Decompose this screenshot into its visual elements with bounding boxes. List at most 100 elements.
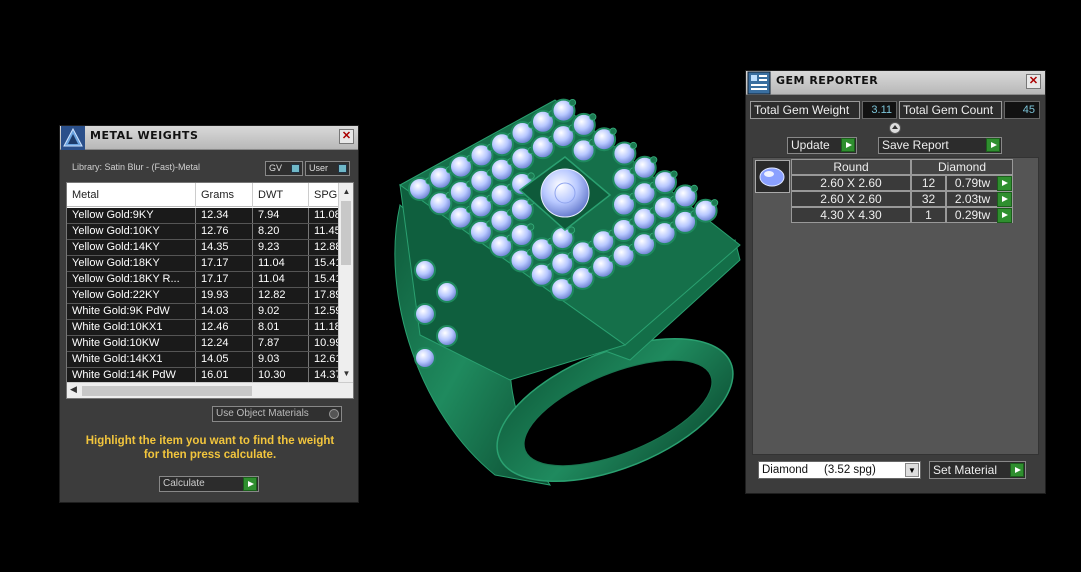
metal-table: Metal Grams DWT SPG Yellow Gold:9KY 12.34…	[66, 182, 354, 399]
table-row[interactable]: Yellow Gold:18KY 17.17 11.04 15.41	[67, 256, 349, 272]
prong	[609, 127, 617, 135]
table-row[interactable]: Yellow Gold:18KY R... 17.17 11.04 15.41	[67, 272, 349, 288]
cell-grams: 14.03	[196, 304, 253, 319]
user-toggle-box-icon	[338, 164, 347, 173]
cell-grams: 17.17	[196, 272, 253, 287]
calculate-label: Calculate	[163, 478, 205, 489]
prong	[650, 156, 658, 164]
total-gem-weight: Total Gem Weight 3.11	[750, 101, 898, 119]
total-gem-count-value: 45	[1004, 101, 1040, 119]
scroll-left-icon[interactable]: ◀	[70, 384, 77, 395]
arrow-right-icon	[1010, 463, 1024, 477]
gem-size-text: 2.60 X 2.60	[820, 192, 882, 206]
prong	[629, 141, 637, 150]
cell-metal: Yellow Gold:14KY	[67, 240, 196, 255]
column-header-grams[interactable]: Grams	[196, 183, 253, 207]
instruction-line-2: for then press calculate.	[143, 449, 277, 461]
cell-metal: Yellow Gold:10KY	[67, 224, 196, 239]
close-icon[interactable]: ✕	[339, 129, 354, 144]
gv-toggle-label: GV	[269, 163, 283, 173]
horizontal-scrollbar[interactable]: ◀	[67, 382, 353, 398]
cell-dwt: 8.20	[253, 224, 309, 239]
table-row[interactable]: Yellow Gold:10KY 12.76 8.20 11.45	[67, 224, 349, 240]
user-toggle-label: User	[309, 163, 329, 173]
column-header-dwt[interactable]: DWT	[253, 183, 309, 207]
arrow-right-icon[interactable]	[997, 192, 1012, 207]
user-toggle[interactable]: User	[305, 161, 350, 176]
gem-size-text: 4.30 X 4.30	[820, 208, 882, 222]
material-header: Diamond	[911, 159, 1013, 175]
instruction-text: Highlight the item you want to find the …	[70, 434, 350, 462]
cell-dwt: 9.23	[253, 240, 309, 255]
horizontal-scroll-thumb[interactable]	[82, 386, 252, 396]
arrow-right-icon[interactable]	[997, 208, 1012, 223]
table-row[interactable]: Yellow Gold:22KY 19.93 12.82 17.89	[67, 288, 349, 304]
gem-reporter-panel: GEM REPORTER ✕ Total Gem Weight 3.11 Tot…	[745, 70, 1046, 494]
scroll-up-icon[interactable]: ▲	[339, 185, 353, 199]
table-row[interactable]: White Gold:14KX1 14.05 9.03 12.61	[67, 352, 349, 368]
prong	[690, 184, 698, 193]
chevron-down-icon[interactable]: ▼	[905, 463, 919, 477]
gem-weight: 0.79tw	[946, 175, 1013, 191]
metal-table-body: Yellow Gold:9KY 12.34 7.94 11.08 Yellow Gold…	[67, 208, 349, 384]
table-row[interactable]: White Gold:9K PdW 14.03 9.02 12.59	[67, 304, 349, 320]
metal-weights-logo-icon	[61, 126, 85, 150]
gem-size-text: 2.60 X 2.60	[820, 176, 882, 190]
close-icon[interactable]: ✕	[1026, 74, 1041, 89]
cell-grams: 14.35	[196, 240, 253, 255]
table-row[interactable]: White Gold:10KW 12.24 7.87 10.99	[67, 336, 349, 352]
prong	[710, 199, 719, 207]
table-row[interactable]: White Gold:10KX1 12.46 8.01 11.18	[67, 320, 349, 336]
cell-dwt: 9.03	[253, 352, 309, 367]
arrow-right-icon	[243, 477, 257, 491]
metal-weights-panel: METAL WEIGHTS ✕ Library: Satin Blur - (F…	[59, 125, 359, 503]
material-select[interactable]: Diamond (3.52 spg) ▼	[758, 461, 921, 479]
gem-weight: 0.29tw	[946, 207, 1013, 223]
scroll-down-icon[interactable]: ▼	[339, 367, 353, 381]
update-button[interactable]: Update	[787, 137, 857, 154]
update-label: Update	[791, 138, 830, 152]
gem-reporter-logo-icon	[747, 71, 771, 95]
cell-metal: White Gold:9K PdW	[67, 304, 196, 319]
total-gem-weight-value: 3.11	[862, 101, 897, 119]
prong	[527, 223, 535, 231]
set-material-button[interactable]: Set Material	[929, 461, 1026, 479]
cell-dwt: 7.94	[253, 208, 309, 223]
cell-metal: Yellow Gold:18KY R...	[67, 272, 196, 287]
gem-count-text: 12	[921, 176, 936, 190]
gem-stone	[414, 303, 436, 325]
shape-header: Round	[791, 159, 911, 175]
calculate-button[interactable]: Calculate	[159, 476, 259, 492]
gem-weight: 2.03tw	[946, 191, 1013, 207]
gem-count: 32	[911, 191, 946, 207]
prong	[568, 98, 577, 107]
save-report-button[interactable]: Save Report	[878, 137, 1002, 154]
cell-metal: Yellow Gold:22KY	[67, 288, 196, 303]
cell-metal: White Gold:10KX1	[67, 320, 196, 335]
prong	[527, 172, 535, 180]
prong	[670, 170, 678, 178]
gem-size: 2.60 X 2.60	[791, 175, 911, 191]
arrow-right-icon	[841, 138, 855, 152]
use-object-materials-option[interactable]: Use Object Materials	[212, 406, 342, 422]
gem-reporter-titlebar[interactable]: GEM REPORTER ✕	[746, 71, 1045, 95]
ring-3d-viewport[interactable]	[380, 95, 745, 490]
gem-size: 2.60 X 2.60	[791, 191, 911, 207]
table-row[interactable]: Yellow Gold:14KY 14.35 9.23 12.88	[67, 240, 349, 256]
cell-dwt: 11.04	[253, 272, 309, 287]
vertical-scrollbar[interactable]: ▲ ▼	[338, 183, 353, 383]
arrow-right-icon[interactable]	[997, 176, 1012, 191]
save-report-label: Save Report	[882, 138, 949, 152]
round-gem-icon[interactable]	[755, 160, 790, 193]
library-label: Library: Satin Blur - (Fast)-Metal	[72, 162, 201, 172]
metal-weights-titlebar[interactable]: METAL WEIGHTS ✕	[60, 126, 358, 150]
gem-count-text: 1	[925, 208, 932, 222]
metal-weights-title: METAL WEIGHTS	[90, 129, 199, 142]
vertical-scroll-thumb[interactable]	[341, 201, 351, 265]
gv-toggle-box-icon	[291, 164, 300, 173]
column-header-metal[interactable]: Metal	[67, 183, 196, 207]
total-gem-count: Total Gem Count 45	[899, 101, 1041, 119]
collapse-toggle-icon[interactable]	[889, 122, 901, 134]
table-row[interactable]: Yellow Gold:9KY 12.34 7.94 11.08	[67, 208, 349, 224]
gv-toggle[interactable]: GV	[265, 161, 303, 176]
